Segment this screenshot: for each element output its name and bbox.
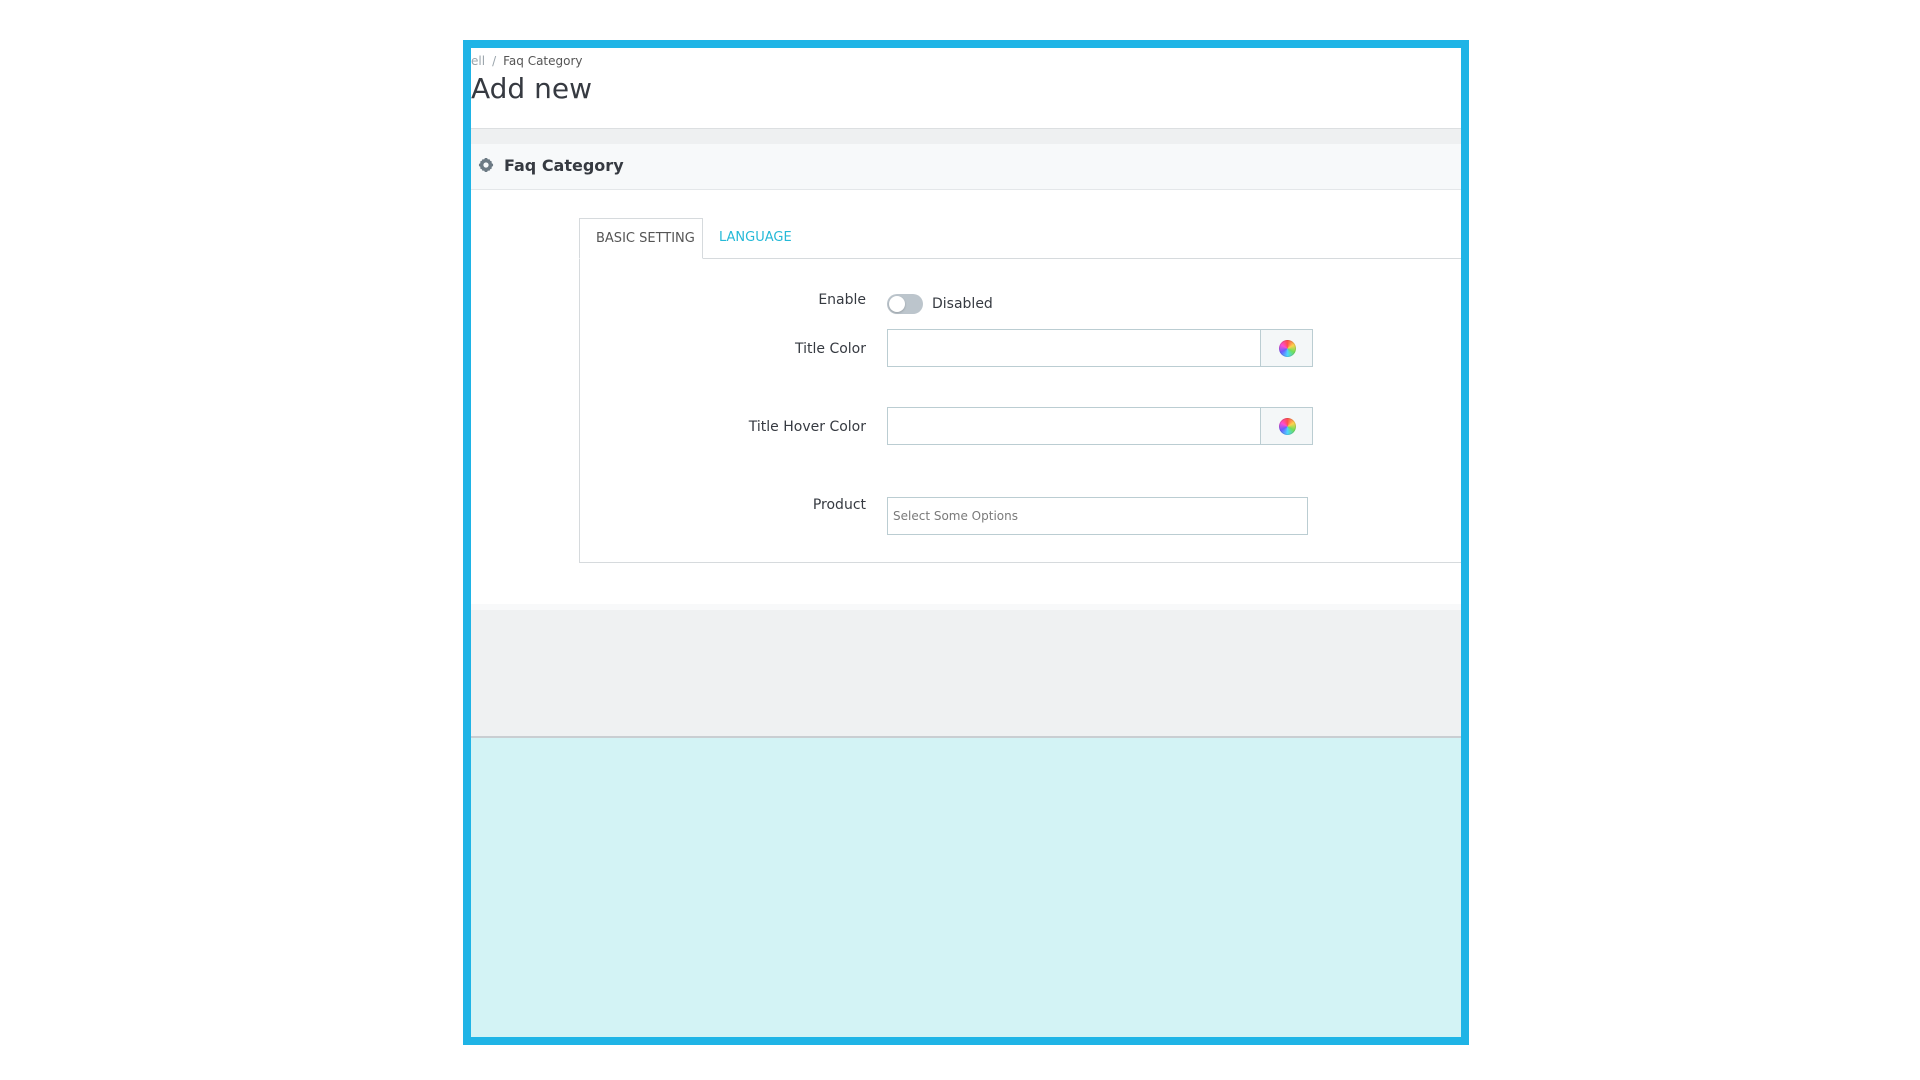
title-color-label: Title Color <box>794 341 866 357</box>
title-hover-color-picker-button[interactable] <box>1260 407 1313 445</box>
gear-icon <box>478 157 494 173</box>
title-color-input[interactable] <box>887 329 1261 367</box>
title-color-picker-button[interactable] <box>1260 329 1313 367</box>
breadcrumb-separator: / <box>492 54 497 68</box>
color-wheel-icon <box>1279 418 1296 435</box>
panel-footer-band <box>471 610 1461 738</box>
breadcrumb-current: Faq Category <box>503 54 583 68</box>
enable-state-text: Disabled <box>932 296 993 312</box>
product-select-input[interactable] <box>887 497 1308 535</box>
panel-heading: Faq Category <box>471 144 1461 190</box>
settings-tabs: BASIC SETTING LANGUAGE <box>579 218 1461 259</box>
title-hover-color-label: Title Hover Color <box>748 419 866 435</box>
enable-toggle[interactable] <box>887 294 923 314</box>
breadcrumb: ell / Faq Category <box>471 54 583 68</box>
product-label: Product <box>812 497 866 513</box>
bottom-background-area <box>471 738 1461 1037</box>
tab-basic-setting[interactable]: BASIC SETTING <box>579 218 703 259</box>
enable-label: Enable <box>818 292 866 308</box>
tab-language[interactable]: LANGUAGE <box>703 218 808 258</box>
color-wheel-icon <box>1279 340 1296 357</box>
page-title: Add new <box>471 72 592 105</box>
header-divider-band <box>471 128 1461 145</box>
tab-content-basic-setting: Enable Disabled Title Color Title Hover … <box>579 259 1461 563</box>
breadcrumb-previous[interactable]: ell <box>471 54 485 68</box>
toggle-knob <box>889 296 905 312</box>
panel-title: Faq Category <box>504 156 624 175</box>
screenshot-frame: ell / Faq Category Add new Faq Category BA… <box>463 40 1469 1045</box>
title-color-group <box>887 329 1313 367</box>
title-hover-color-input[interactable] <box>887 407 1261 445</box>
title-hover-color-group <box>887 407 1313 445</box>
